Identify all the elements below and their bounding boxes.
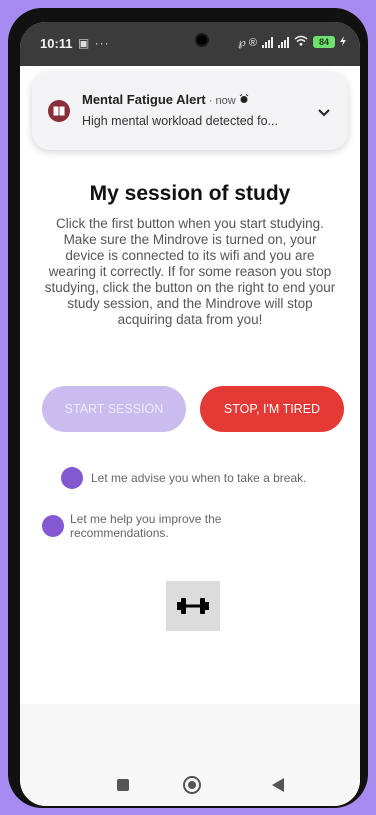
notification-time: · now: [205, 95, 239, 107]
option-improve-recommendations[interactable]: Let me help you improve the recommendati…: [42, 512, 260, 540]
exercise-button[interactable]: [166, 581, 220, 631]
radio-dot[interactable]: [42, 515, 64, 537]
status-right-icons: ℘ ® 84: [238, 35, 346, 49]
phone-frame: 10:11 ▣ ··· ℘ ® 84 Mental Fatigue Alert …: [8, 8, 368, 808]
notification-title-text: Mental Fatigue Alert: [82, 92, 206, 107]
option-break-label: Let me advise you when to take a break.: [91, 471, 307, 485]
status-misc-icons: ℘ ®: [238, 36, 257, 49]
page-description: Click the first button when you start st…: [44, 216, 336, 327]
triangle-back-icon[interactable]: [272, 778, 284, 792]
signal-icon-2: [278, 36, 289, 48]
chevron-down-icon[interactable]: [314, 102, 334, 122]
radio-dot[interactable]: [61, 467, 83, 489]
camera-cutout: [195, 33, 209, 47]
option-break-advice[interactable]: Let me advise you when to take a break.: [61, 467, 306, 489]
page-title: My session of study: [89, 182, 291, 205]
navigation-bar: [20, 764, 360, 806]
status-bar: 10:11 ▣ ··· ℘ ® 84: [20, 22, 360, 66]
battery-indicator: 84: [313, 36, 335, 48]
dumbbell-icon: [177, 598, 209, 614]
square-icon[interactable]: [117, 779, 129, 791]
alarm-icon: [239, 92, 249, 107]
circle-icon[interactable]: [183, 776, 201, 794]
notification-text: High mental workload detected fo...: [82, 114, 278, 128]
start-session-button[interactable]: START SESSION: [42, 386, 186, 432]
option-improve-label: Let me help you improve the recommendati…: [70, 512, 222, 540]
status-left-icons: ▣ ···: [78, 36, 110, 50]
wifi-icon: [294, 35, 308, 49]
signal-icon: [262, 36, 273, 48]
bottom-area: [20, 704, 360, 764]
notification-card[interactable]: Mental Fatigue Alert · now High mental w…: [32, 72, 348, 150]
status-time: 10:11: [40, 36, 73, 51]
stop-tired-button[interactable]: STOP, I'M TIRED: [200, 386, 344, 432]
screen: 10:11 ▣ ··· ℘ ® 84 Mental Fatigue Alert …: [20, 22, 360, 806]
charging-icon: [340, 35, 346, 49]
notification-title: Mental Fatigue Alert · now: [82, 92, 249, 107]
book-icon: [48, 100, 70, 122]
